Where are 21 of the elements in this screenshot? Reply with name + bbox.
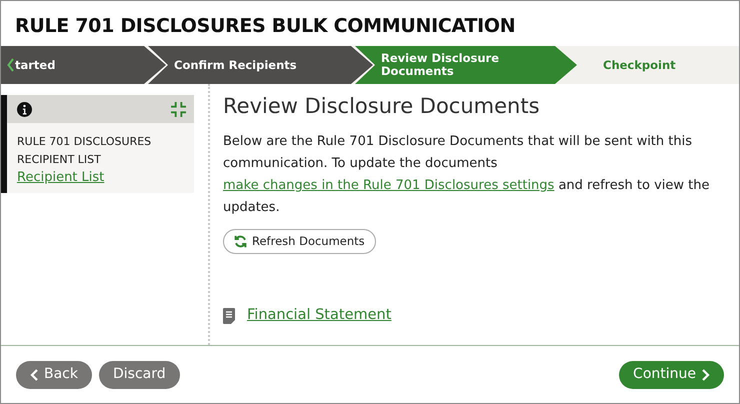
document-link[interactable]: Financial Statement bbox=[247, 305, 392, 328]
refresh-icon bbox=[234, 235, 247, 248]
continue-button[interactable]: Continue bbox=[619, 360, 724, 388]
wizard-step[interactable]: Review Disclosure Documents bbox=[355, 46, 577, 84]
back-button[interactable]: Back bbox=[16, 360, 92, 388]
wizard-step[interactable]: Confirm Recipients bbox=[148, 46, 373, 84]
settings-link[interactable]: make changes in the Rule 701 Disclosures settings bbox=[223, 178, 554, 194]
info-icon bbox=[17, 102, 32, 116]
section-heading: Review Disclosure Documents bbox=[223, 94, 541, 120]
recipient-list-link[interactable]: Recipient List bbox=[17, 170, 104, 185]
chevron-right-icon bbox=[702, 368, 710, 380]
document-icon bbox=[223, 308, 235, 324]
sidebar-heading: RECIPIENT LIST bbox=[17, 153, 101, 166]
sidebar-heading: RULE 701 DISCLOSURES bbox=[17, 135, 152, 148]
description-paragraph: Below are the Rule 701 Disclosure Documents that will be sent with this communication. To update the documents make changes in the Rule 701 Disclosures settings and refresh to view the updates. bbox=[223, 133, 710, 218]
discard-button[interactable]: Discard bbox=[99, 360, 180, 388]
collapse-icon[interactable] bbox=[171, 102, 186, 116]
chevron-left-icon bbox=[30, 368, 38, 380]
refresh-documents-button[interactable]: Refresh Documents bbox=[223, 229, 376, 254]
page-title: RULE 701 DISCLOSURES BULK COMMUNICATION bbox=[14, 14, 516, 39]
wizard-step[interactable]: tarted bbox=[1, 46, 166, 84]
